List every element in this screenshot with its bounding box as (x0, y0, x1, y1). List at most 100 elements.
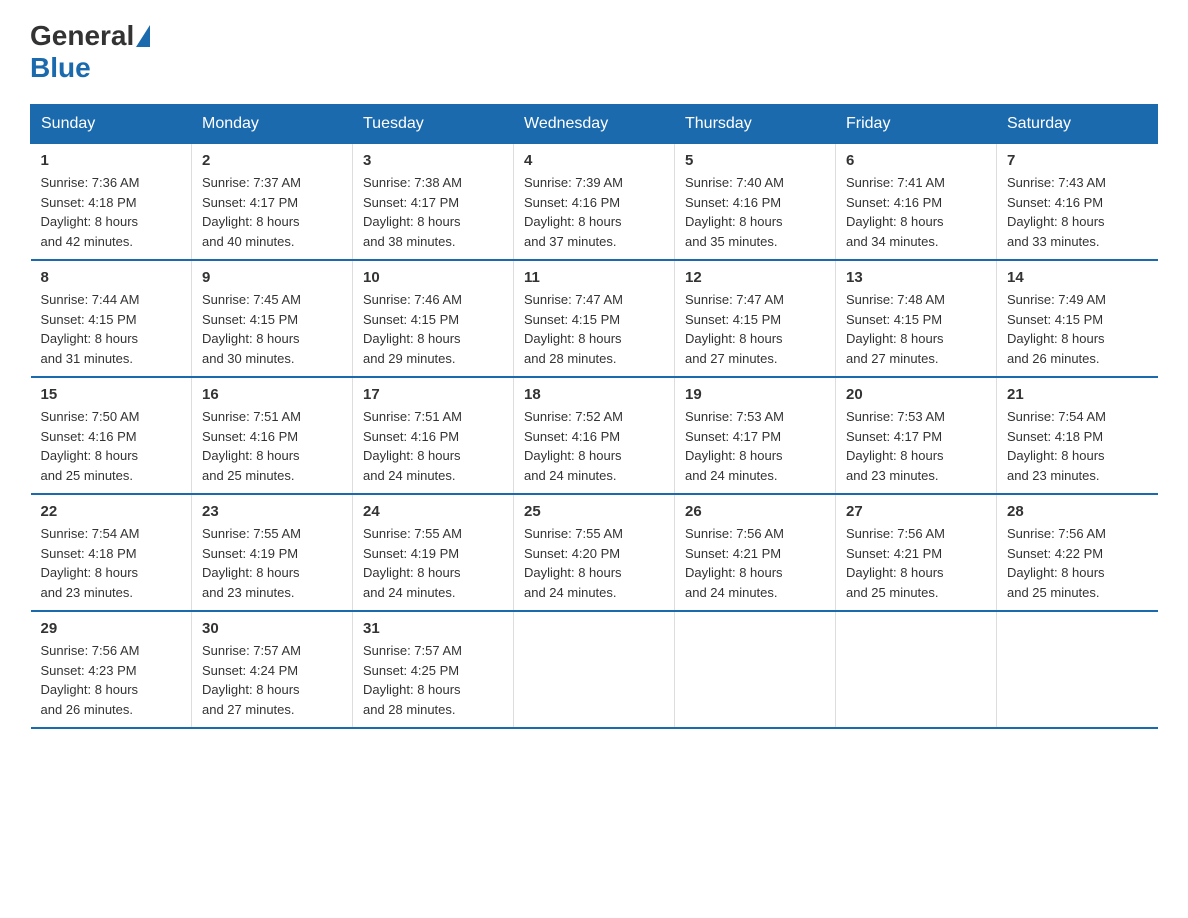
calendar-cell (997, 611, 1158, 728)
day-number: 26 (685, 503, 825, 520)
day-info: Sunrise: 7:56 AMSunset: 4:22 PMDaylight:… (1007, 524, 1148, 602)
day-number: 31 (363, 620, 503, 637)
day-info: Sunrise: 7:49 AMSunset: 4:15 PMDaylight:… (1007, 290, 1148, 368)
day-info: Sunrise: 7:55 AMSunset: 4:20 PMDaylight:… (524, 524, 664, 602)
day-info: Sunrise: 7:56 AMSunset: 4:23 PMDaylight:… (41, 641, 182, 719)
day-info: Sunrise: 7:57 AMSunset: 4:24 PMDaylight:… (202, 641, 342, 719)
calendar-cell: 13 Sunrise: 7:48 AMSunset: 4:15 PMDaylig… (836, 260, 997, 377)
calendar-week-row: 22 Sunrise: 7:54 AMSunset: 4:18 PMDaylig… (31, 494, 1158, 611)
calendar-cell: 2 Sunrise: 7:37 AMSunset: 4:17 PMDayligh… (192, 144, 353, 261)
day-info: Sunrise: 7:46 AMSunset: 4:15 PMDaylight:… (363, 290, 503, 368)
day-info: Sunrise: 7:56 AMSunset: 4:21 PMDaylight:… (846, 524, 986, 602)
logo: General Blue (30, 20, 152, 84)
day-number: 2 (202, 152, 342, 169)
day-number: 15 (41, 386, 182, 403)
day-number: 17 (363, 386, 503, 403)
calendar-cell: 28 Sunrise: 7:56 AMSunset: 4:22 PMDaylig… (997, 494, 1158, 611)
calendar-cell: 15 Sunrise: 7:50 AMSunset: 4:16 PMDaylig… (31, 377, 192, 494)
day-info: Sunrise: 7:41 AMSunset: 4:16 PMDaylight:… (846, 173, 986, 251)
day-number: 24 (363, 503, 503, 520)
calendar-cell: 22 Sunrise: 7:54 AMSunset: 4:18 PMDaylig… (31, 494, 192, 611)
logo-general-text: General (30, 20, 134, 52)
col-header-sunday: Sunday (31, 105, 192, 144)
calendar-cell: 19 Sunrise: 7:53 AMSunset: 4:17 PMDaylig… (675, 377, 836, 494)
calendar-cell: 31 Sunrise: 7:57 AMSunset: 4:25 PMDaylig… (353, 611, 514, 728)
day-info: Sunrise: 7:43 AMSunset: 4:16 PMDaylight:… (1007, 173, 1148, 251)
calendar-week-row: 1 Sunrise: 7:36 AMSunset: 4:18 PMDayligh… (31, 144, 1158, 261)
calendar-cell: 29 Sunrise: 7:56 AMSunset: 4:23 PMDaylig… (31, 611, 192, 728)
day-number: 10 (363, 269, 503, 286)
calendar-week-row: 8 Sunrise: 7:44 AMSunset: 4:15 PMDayligh… (31, 260, 1158, 377)
day-info: Sunrise: 7:40 AMSunset: 4:16 PMDaylight:… (685, 173, 825, 251)
day-number: 8 (41, 269, 182, 286)
day-info: Sunrise: 7:55 AMSunset: 4:19 PMDaylight:… (202, 524, 342, 602)
calendar-cell: 6 Sunrise: 7:41 AMSunset: 4:16 PMDayligh… (836, 144, 997, 261)
col-header-wednesday: Wednesday (514, 105, 675, 144)
day-info: Sunrise: 7:52 AMSunset: 4:16 PMDaylight:… (524, 407, 664, 485)
day-number: 13 (846, 269, 986, 286)
calendar-cell: 1 Sunrise: 7:36 AMSunset: 4:18 PMDayligh… (31, 144, 192, 261)
page-header: General Blue (30, 20, 1158, 84)
day-number: 28 (1007, 503, 1148, 520)
day-number: 23 (202, 503, 342, 520)
day-number: 11 (524, 269, 664, 286)
calendar-cell: 10 Sunrise: 7:46 AMSunset: 4:15 PMDaylig… (353, 260, 514, 377)
day-info: Sunrise: 7:47 AMSunset: 4:15 PMDaylight:… (685, 290, 825, 368)
day-number: 27 (846, 503, 986, 520)
day-info: Sunrise: 7:48 AMSunset: 4:15 PMDaylight:… (846, 290, 986, 368)
day-info: Sunrise: 7:45 AMSunset: 4:15 PMDaylight:… (202, 290, 342, 368)
calendar-cell: 24 Sunrise: 7:55 AMSunset: 4:19 PMDaylig… (353, 494, 514, 611)
day-info: Sunrise: 7:50 AMSunset: 4:16 PMDaylight:… (41, 407, 182, 485)
calendar-cell: 7 Sunrise: 7:43 AMSunset: 4:16 PMDayligh… (997, 144, 1158, 261)
day-info: Sunrise: 7:44 AMSunset: 4:15 PMDaylight:… (41, 290, 182, 368)
day-info: Sunrise: 7:56 AMSunset: 4:21 PMDaylight:… (685, 524, 825, 602)
day-info: Sunrise: 7:51 AMSunset: 4:16 PMDaylight:… (363, 407, 503, 485)
day-number: 5 (685, 152, 825, 169)
day-info: Sunrise: 7:51 AMSunset: 4:16 PMDaylight:… (202, 407, 342, 485)
calendar-cell: 30 Sunrise: 7:57 AMSunset: 4:24 PMDaylig… (192, 611, 353, 728)
col-header-thursday: Thursday (675, 105, 836, 144)
calendar-cell: 12 Sunrise: 7:47 AMSunset: 4:15 PMDaylig… (675, 260, 836, 377)
day-info: Sunrise: 7:54 AMSunset: 4:18 PMDaylight:… (1007, 407, 1148, 485)
day-info: Sunrise: 7:55 AMSunset: 4:19 PMDaylight:… (363, 524, 503, 602)
col-header-tuesday: Tuesday (353, 105, 514, 144)
calendar-cell (836, 611, 997, 728)
logo-triangle-icon (136, 25, 150, 47)
col-header-monday: Monday (192, 105, 353, 144)
calendar-cell: 14 Sunrise: 7:49 AMSunset: 4:15 PMDaylig… (997, 260, 1158, 377)
calendar-cell: 9 Sunrise: 7:45 AMSunset: 4:15 PMDayligh… (192, 260, 353, 377)
calendar-cell: 26 Sunrise: 7:56 AMSunset: 4:21 PMDaylig… (675, 494, 836, 611)
day-number: 4 (524, 152, 664, 169)
calendar-cell: 21 Sunrise: 7:54 AMSunset: 4:18 PMDaylig… (997, 377, 1158, 494)
day-number: 30 (202, 620, 342, 637)
day-info: Sunrise: 7:36 AMSunset: 4:18 PMDaylight:… (41, 173, 182, 251)
calendar-table: SundayMondayTuesdayWednesdayThursdayFrid… (30, 104, 1158, 729)
day-number: 7 (1007, 152, 1148, 169)
calendar-cell: 4 Sunrise: 7:39 AMSunset: 4:16 PMDayligh… (514, 144, 675, 261)
day-number: 20 (846, 386, 986, 403)
day-info: Sunrise: 7:54 AMSunset: 4:18 PMDaylight:… (41, 524, 182, 602)
col-header-friday: Friday (836, 105, 997, 144)
day-info: Sunrise: 7:37 AMSunset: 4:17 PMDaylight:… (202, 173, 342, 251)
calendar-cell: 23 Sunrise: 7:55 AMSunset: 4:19 PMDaylig… (192, 494, 353, 611)
day-number: 29 (41, 620, 182, 637)
calendar-week-row: 29 Sunrise: 7:56 AMSunset: 4:23 PMDaylig… (31, 611, 1158, 728)
day-number: 12 (685, 269, 825, 286)
day-info: Sunrise: 7:47 AMSunset: 4:15 PMDaylight:… (524, 290, 664, 368)
logo-blue-text: Blue (30, 52, 91, 83)
calendar-cell: 5 Sunrise: 7:40 AMSunset: 4:16 PMDayligh… (675, 144, 836, 261)
calendar-header-row: SundayMondayTuesdayWednesdayThursdayFrid… (31, 105, 1158, 144)
day-number: 1 (41, 152, 182, 169)
calendar-cell: 27 Sunrise: 7:56 AMSunset: 4:21 PMDaylig… (836, 494, 997, 611)
day-number: 9 (202, 269, 342, 286)
day-number: 25 (524, 503, 664, 520)
col-header-saturday: Saturday (997, 105, 1158, 144)
day-number: 18 (524, 386, 664, 403)
calendar-cell: 8 Sunrise: 7:44 AMSunset: 4:15 PMDayligh… (31, 260, 192, 377)
day-info: Sunrise: 7:39 AMSunset: 4:16 PMDaylight:… (524, 173, 664, 251)
day-info: Sunrise: 7:38 AMSunset: 4:17 PMDaylight:… (363, 173, 503, 251)
day-number: 3 (363, 152, 503, 169)
day-number: 21 (1007, 386, 1148, 403)
day-number: 16 (202, 386, 342, 403)
calendar-cell: 11 Sunrise: 7:47 AMSunset: 4:15 PMDaylig… (514, 260, 675, 377)
